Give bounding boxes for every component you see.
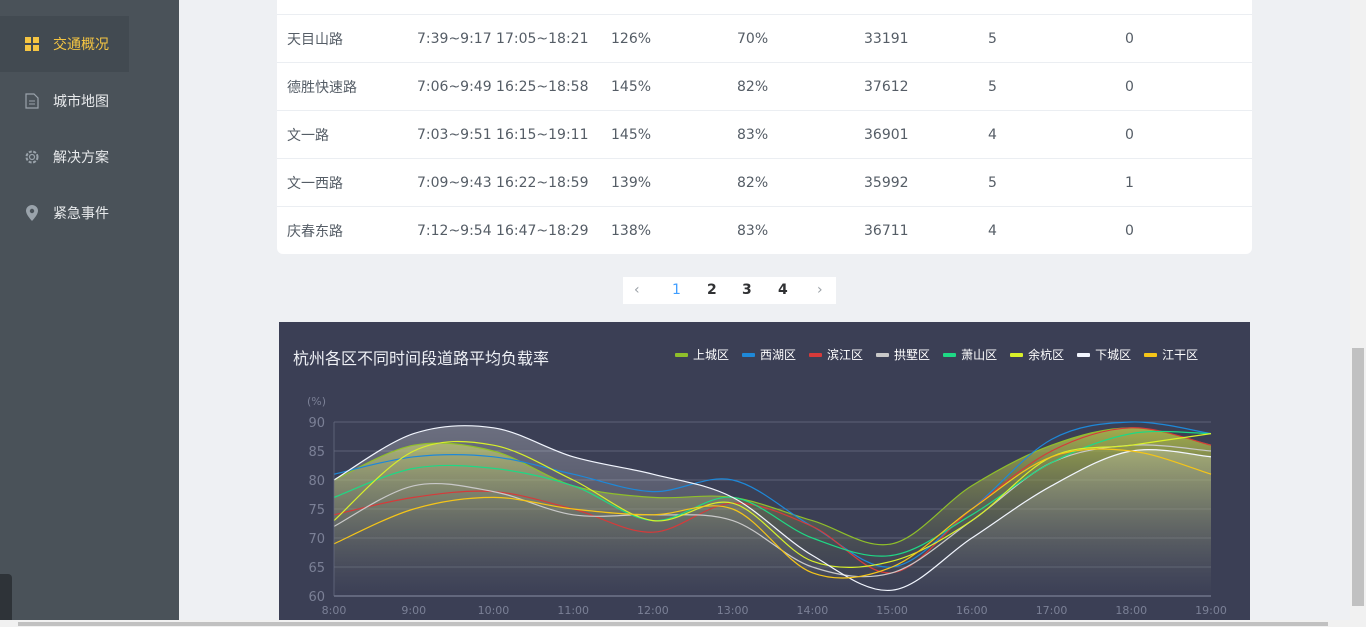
x-tick-label: 9:00 (401, 604, 426, 617)
table-cell-count: 36901 (864, 126, 909, 143)
table-cell-rate: 145% (611, 78, 652, 95)
next-page-button[interactable]: › (817, 282, 823, 298)
page-1-button[interactable]: 1 (672, 282, 681, 298)
page-2-button[interactable]: 2 (707, 282, 717, 298)
table-cell-peak: 7:09~9:43 16:22~18:59 (417, 174, 589, 191)
x-tick-label: 16:00 (956, 604, 988, 617)
x-tick-label: 8:00 (322, 604, 347, 617)
x-tick-label: 17:00 (1036, 604, 1068, 617)
load-rate-chart: 杭州各区不同时间段道路平均负载率 上城区 西湖区 滨江区 拱墅区 萧山区 余杭区 下城区 江干… (279, 322, 1250, 627)
sidebar-item-traffic-overview[interactable]: 交通概况 (0, 16, 129, 72)
sidebar-item-label: 城市地图 (53, 94, 109, 110)
x-tick-label: 15:00 (876, 604, 908, 617)
table-cell-rate: 82% (737, 78, 769, 95)
y-tick-label: 65 (308, 561, 325, 576)
table-cell-events: 0 (1125, 222, 1134, 239)
table-cell-level: 5 (988, 174, 997, 191)
sidebar-item-label: 解决方案 (53, 150, 109, 166)
page-3-button[interactable]: 3 (742, 282, 752, 298)
table-cell-rate: 126% (611, 30, 652, 47)
pagination: ‹ 1 2 3 4 › (623, 277, 836, 304)
table-cell-peak: 7:39~9:17 17:05~18:21 (417, 30, 589, 47)
x-tick-label: 13:00 (717, 604, 749, 617)
document-icon (24, 93, 40, 109)
table-cell-level: 5 (988, 78, 997, 95)
horizontal-scrollbar[interactable] (0, 620, 1350, 627)
table-cell-rate: 82% (737, 174, 769, 191)
y-tick-label: 90 (308, 416, 325, 431)
main-content: 天目山路 7:39~9:17 17:05~18:21 126% 70% 3319… (179, 0, 1350, 627)
table-row: 德胜快速路 7:06~9:49 16:25~18:58 145% 82% 376… (277, 62, 1252, 110)
sidebar-item-label: 交通概况 (53, 37, 109, 53)
table-cell-count: 33191 (864, 30, 909, 47)
scrollbar-thumb[interactable] (1352, 348, 1364, 606)
sidebar-item-label: 紧急事件 (53, 206, 109, 222)
x-tick-label: 18:00 (1115, 604, 1147, 617)
table-cell-count: 36711 (864, 222, 909, 239)
y-tick-label: 85 (308, 445, 325, 460)
table-cell-events: 0 (1125, 126, 1134, 143)
table-row: 庆春东路 7:12~9:54 16:47~18:29 138% 83% 3671… (277, 206, 1252, 254)
table-cell-road: 庆春东路 (287, 223, 343, 240)
table-cell-road: 德胜快速路 (287, 79, 357, 96)
chart-plot: 90 85 80 75 70 65 60 (%) 8:00 9:00 10:00 11:00 12:00… (307, 395, 1227, 617)
table-row: 天目山路 7:39~9:17 17:05~18:21 126% 70% 3319… (277, 14, 1252, 62)
table-cell-road: 天目山路 (287, 31, 343, 48)
table-cell-count: 37612 (864, 78, 909, 95)
table-cell-level: 4 (988, 222, 997, 239)
x-tick-label: 19:00 (1195, 604, 1227, 617)
table-cell-rate: 138% (611, 222, 652, 239)
table-cell-peak: 7:12~9:54 16:47~18:29 (417, 222, 589, 239)
table-cell-road: 文一路 (287, 127, 329, 144)
x-tick-label: 10:00 (478, 604, 510, 617)
prev-page-button[interactable]: ‹ (634, 282, 640, 298)
vertical-scrollbar[interactable] (1350, 0, 1366, 627)
table-cell-rate: 145% (611, 126, 652, 143)
table-cell-rate: 70% (737, 30, 769, 47)
y-axis-label: (%) (307, 395, 326, 408)
table-row: 文一路 7:03~9:51 16:15~19:11 145% 83% 36901… (277, 110, 1252, 158)
sidebar-item-solutions[interactable]: 解决方案 (0, 129, 129, 185)
sidebar-item-emergency[interactable]: 紧急事件 (0, 185, 129, 241)
table-cell-rate: 139% (611, 174, 652, 191)
table-row: 文一西路 7:09~9:43 16:22~18:59 139% 82% 3599… (277, 158, 1252, 206)
table-cell-events: 0 (1125, 78, 1134, 95)
table-cell-events: 1 (1125, 174, 1134, 191)
grid-icon (24, 36, 40, 52)
x-tick-label: 14:00 (797, 604, 829, 617)
table-cell-peak: 7:06~9:49 16:25~18:58 (417, 78, 589, 95)
table-cell-rate: 83% (737, 126, 769, 143)
y-tick-label: 70 (308, 532, 325, 547)
table-cell-level: 4 (988, 126, 997, 143)
table-cell-peak: 7:03~9:51 16:15~19:11 (417, 126, 589, 143)
road-load-table: 天目山路 7:39~9:17 17:05~18:21 126% 70% 3319… (277, 0, 1252, 254)
y-tick-label: 60 (308, 590, 325, 605)
x-tick-label: 12:00 (637, 604, 669, 617)
table-cell-count: 35992 (864, 174, 909, 191)
y-tick-label: 75 (308, 503, 325, 518)
table-cell-events: 0 (1125, 30, 1134, 47)
location-pin-icon (24, 205, 40, 221)
x-tick-label: 11:00 (557, 604, 589, 617)
y-tick-label: 80 (308, 474, 325, 489)
sidebar-item-city-map[interactable]: 城市地图 (0, 73, 129, 129)
scrollbar-thumb[interactable] (18, 622, 1328, 626)
sidebar: 交通概况 城市地图 解决方案 紧急事件 (0, 0, 179, 627)
gear-icon (24, 149, 40, 165)
page-4-button[interactable]: 4 (778, 282, 788, 298)
table-cell-level: 5 (988, 30, 997, 47)
table-cell-road: 文一西路 (287, 175, 343, 192)
table-cell-rate: 83% (737, 222, 769, 239)
